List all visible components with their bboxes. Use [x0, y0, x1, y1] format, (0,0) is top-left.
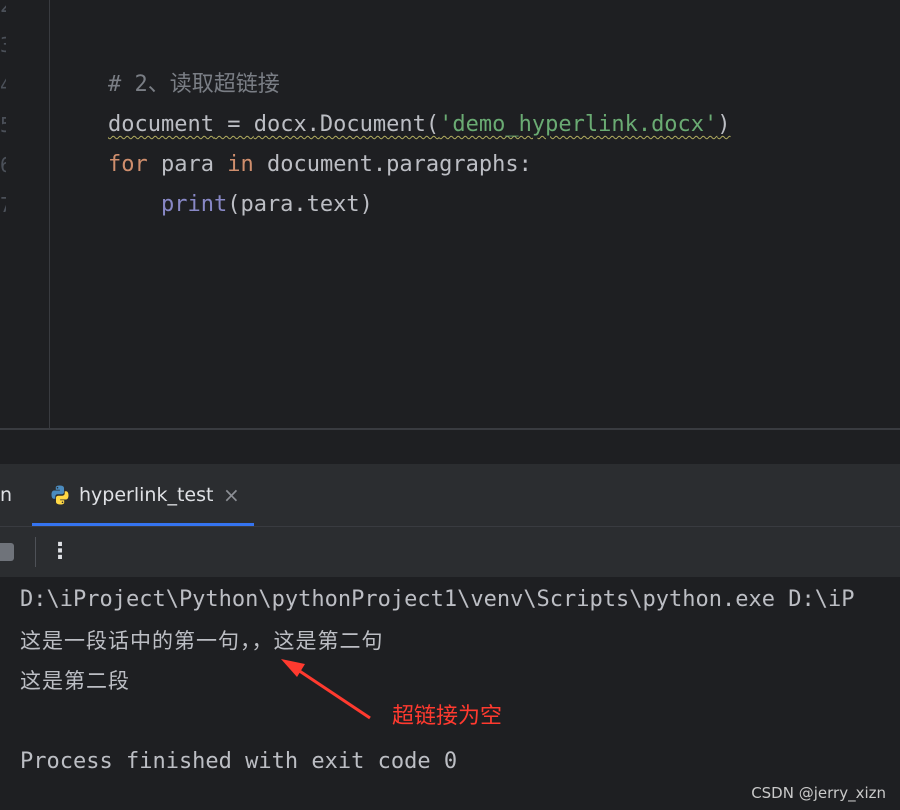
annotation-label: 超链接为空 — [392, 704, 503, 729]
watermark: CSDN @jerry_xizn — [751, 784, 886, 802]
annotation-arrow — [281, 659, 371, 720]
